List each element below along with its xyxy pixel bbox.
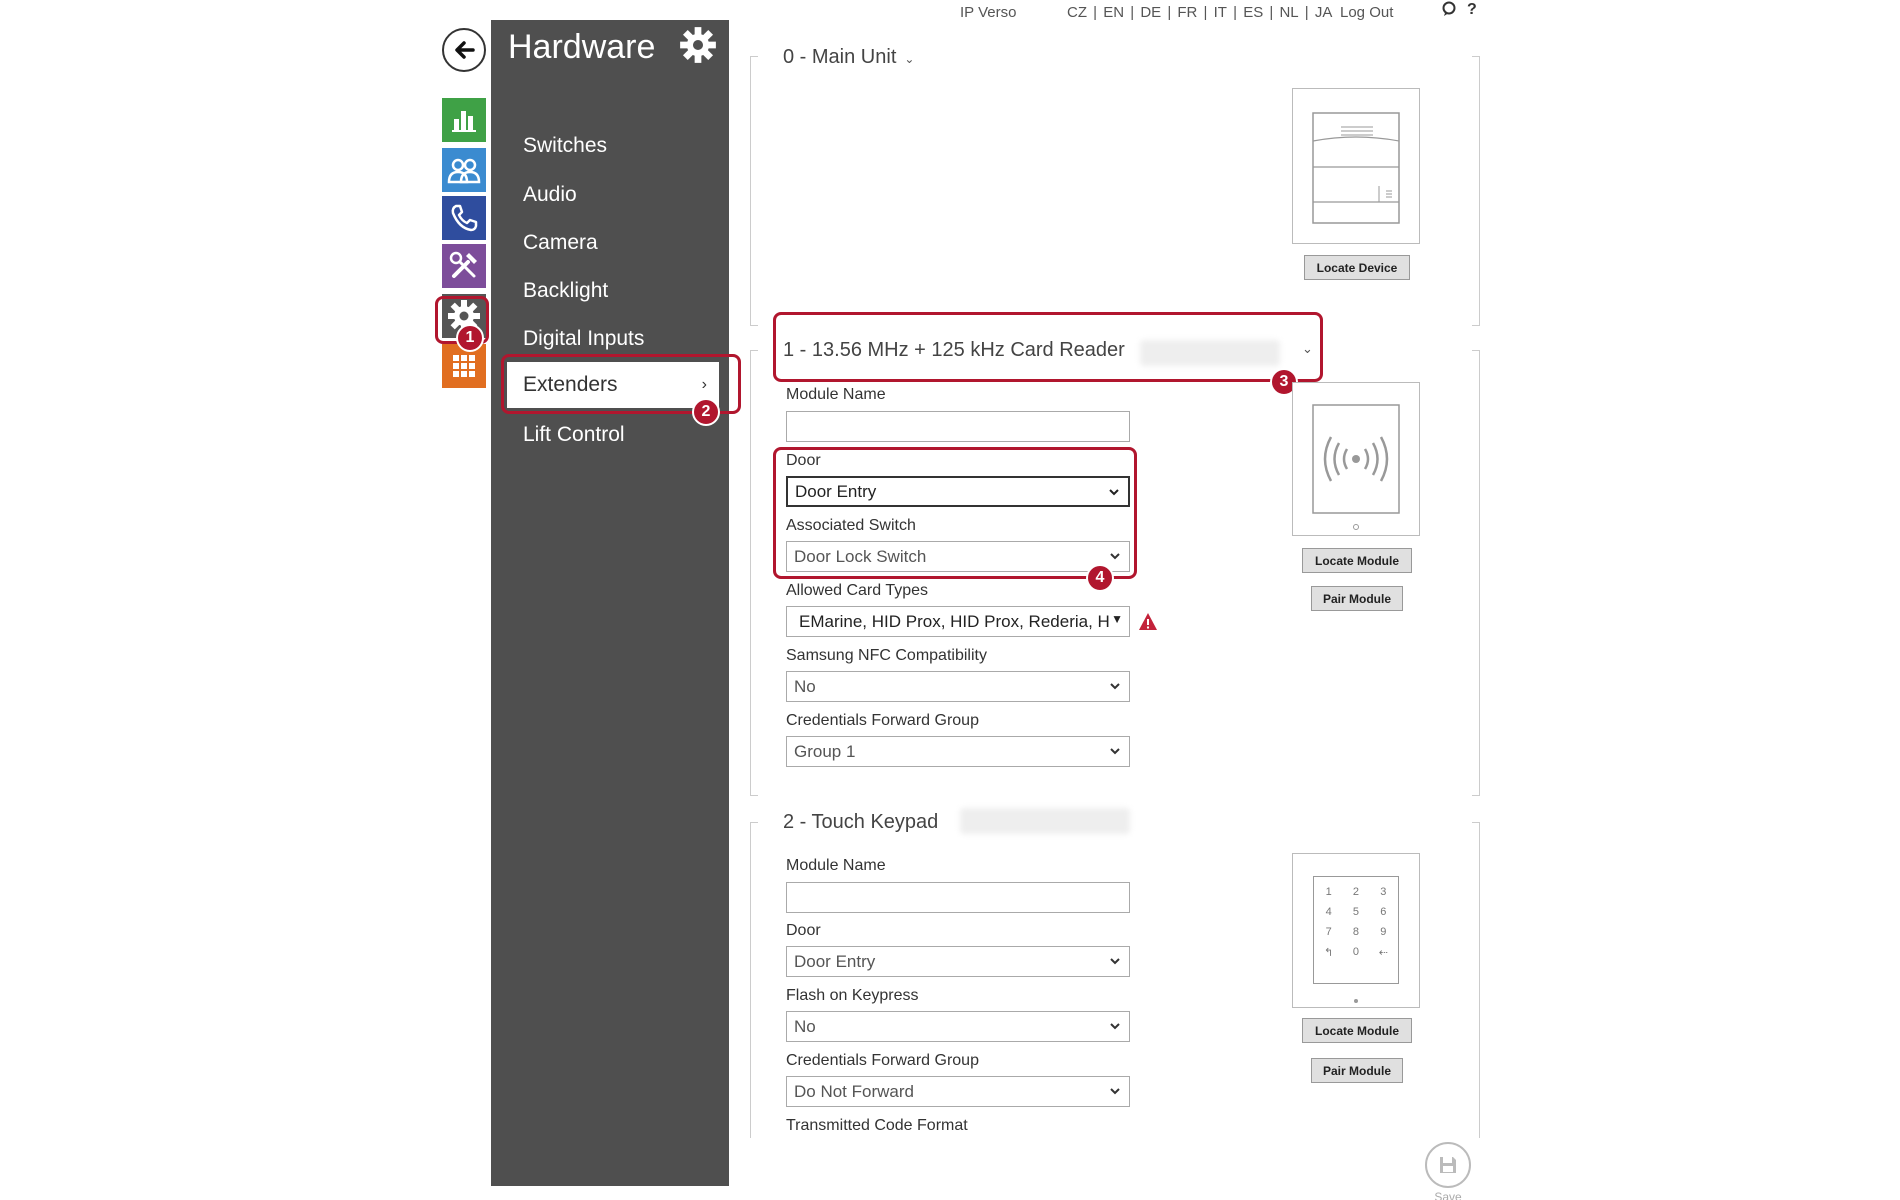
lang-en[interactable]: EN — [1103, 4, 1124, 21]
back-button[interactable] — [442, 28, 486, 72]
chevron-down-icon — [1110, 1023, 1120, 1030]
flash-on-keypress-select[interactable]: No — [786, 1011, 1130, 1042]
credentials-forward-group-label: Credentials Forward Group — [786, 1052, 979, 1069]
locate-device-button[interactable]: Locate Device — [1304, 255, 1410, 280]
lang-es[interactable]: ES — [1243, 4, 1263, 21]
flash-on-keypress-label: Flash on Keypress — [786, 987, 919, 1004]
highlight-card-reader-title — [773, 312, 1323, 382]
module-name-input[interactable] — [786, 411, 1130, 442]
menu-item-audio[interactable]: Audio — [523, 183, 577, 207]
locate-module-button[interactable]: Locate Module — [1302, 548, 1412, 573]
menu-item-digital-inputs[interactable]: Digital Inputs — [523, 327, 644, 351]
module-name-label: Module Name — [786, 857, 886, 874]
keypad-device-image: 1 2 3 4 5 6 7 8 9 ↰ 0 ⇠ — [1292, 853, 1420, 1008]
highlight-door-switch — [773, 447, 1137, 579]
module-name-input[interactable] — [786, 882, 1130, 913]
caret-down-icon: ▼ — [1111, 612, 1123, 626]
allowed-card-types-label: Allowed Card Types — [786, 582, 928, 599]
language-switcher: CZ | EN | DE | FR | IT | ES | NL | JA — [1067, 3, 1333, 21]
directory-users-icon — [447, 158, 481, 184]
samsung-nfc-select[interactable]: No — [786, 671, 1130, 702]
samsung-nfc-label: Samsung NFC Compatibility — [786, 647, 987, 664]
rail-calls[interactable] — [442, 196, 486, 240]
lang-de[interactable]: DE — [1140, 4, 1161, 21]
step-badge-4: 4 — [1086, 564, 1114, 592]
credentials-forward-group-select[interactable]: Do Not Forward — [786, 1076, 1130, 1107]
menu-item-backlight[interactable]: Backlight — [523, 279, 608, 303]
warning-icon — [1139, 613, 1157, 630]
chevron-down-icon — [1110, 683, 1120, 690]
door-label: Door — [786, 922, 821, 939]
locate-module-button[interactable]: Locate Module — [1302, 1018, 1412, 1043]
rail-services[interactable] — [442, 244, 486, 288]
system-grid-icon — [453, 355, 475, 377]
rail-status[interactable] — [442, 98, 486, 142]
section-title-main-unit[interactable]: 0 - Main Unit ⌄ — [783, 46, 914, 69]
chevron-down-icon — [1110, 958, 1120, 965]
menu-item-lift-control[interactable]: Lift Control — [523, 423, 625, 447]
arrow-left-icon — [455, 41, 475, 59]
intercom-unit-icon — [1312, 112, 1400, 224]
status-chart-icon — [452, 111, 476, 132]
menu-title: Hardware — [508, 28, 656, 66]
module-name-label: Module Name — [786, 386, 886, 403]
lang-nl[interactable]: NL — [1279, 4, 1298, 21]
lang-ja[interactable]: JA — [1315, 4, 1333, 21]
save-button[interactable]: Save — [1424, 1142, 1472, 1200]
chevron-down-icon — [1110, 1088, 1120, 1095]
services-tools-icon — [449, 251, 477, 278]
question-icon[interactable]: ? — [1467, 1, 1477, 22]
lang-cz[interactable]: CZ — [1067, 4, 1087, 21]
step-badge-1: 1 — [456, 324, 484, 352]
card-reader-device-image — [1292, 382, 1420, 536]
calls-phone-icon — [451, 204, 478, 232]
redacted-serial — [960, 808, 1130, 834]
menu-item-switches[interactable]: Switches — [523, 134, 607, 158]
rfid-reader-icon — [1312, 404, 1400, 530]
device-name: IP Verso — [960, 3, 1017, 21]
pair-module-button[interactable]: Pair Module — [1311, 1058, 1403, 1083]
logout-link[interactable]: Log Out — [1340, 4, 1393, 21]
step-badge-2: 2 — [692, 398, 720, 426]
lang-fr[interactable]: FR — [1177, 4, 1197, 21]
keypad-keys: 1 2 3 4 5 6 7 8 9 ↰ 0 ⇠ — [1324, 886, 1388, 959]
lang-it[interactable]: IT — [1214, 4, 1227, 21]
rail-directory[interactable] — [442, 148, 486, 192]
pair-module-button[interactable]: Pair Module — [1311, 586, 1403, 611]
chevron-down-icon: ⌄ — [904, 52, 915, 66]
transmitted-code-format-label: Transmitted Code Format — [786, 1117, 968, 1134]
help-icon[interactable] — [1441, 1, 1457, 22]
allowed-card-types-select[interactable]: EMarine, HID Prox, HID Prox, Rederia, H … — [786, 606, 1130, 637]
floppy-disk-icon — [1440, 1157, 1456, 1173]
door-select[interactable]: Door Entry — [786, 946, 1130, 977]
save-label: Save — [1434, 1190, 1462, 1200]
settings-gear-icon[interactable] — [679, 26, 721, 68]
section-title-touch-keypad[interactable]: 2 - Touch Keypad — [783, 811, 938, 834]
hardware-menu: Hardware Switches Audio Camera Backlight… — [491, 20, 729, 1186]
chevron-down-icon — [1110, 748, 1120, 755]
credentials-forward-group-select[interactable]: Group 1 — [786, 736, 1130, 767]
credentials-forward-group-label: Credentials Forward Group — [786, 712, 979, 729]
main-unit-device-image — [1292, 88, 1420, 244]
menu-item-camera[interactable]: Camera — [523, 231, 598, 255]
